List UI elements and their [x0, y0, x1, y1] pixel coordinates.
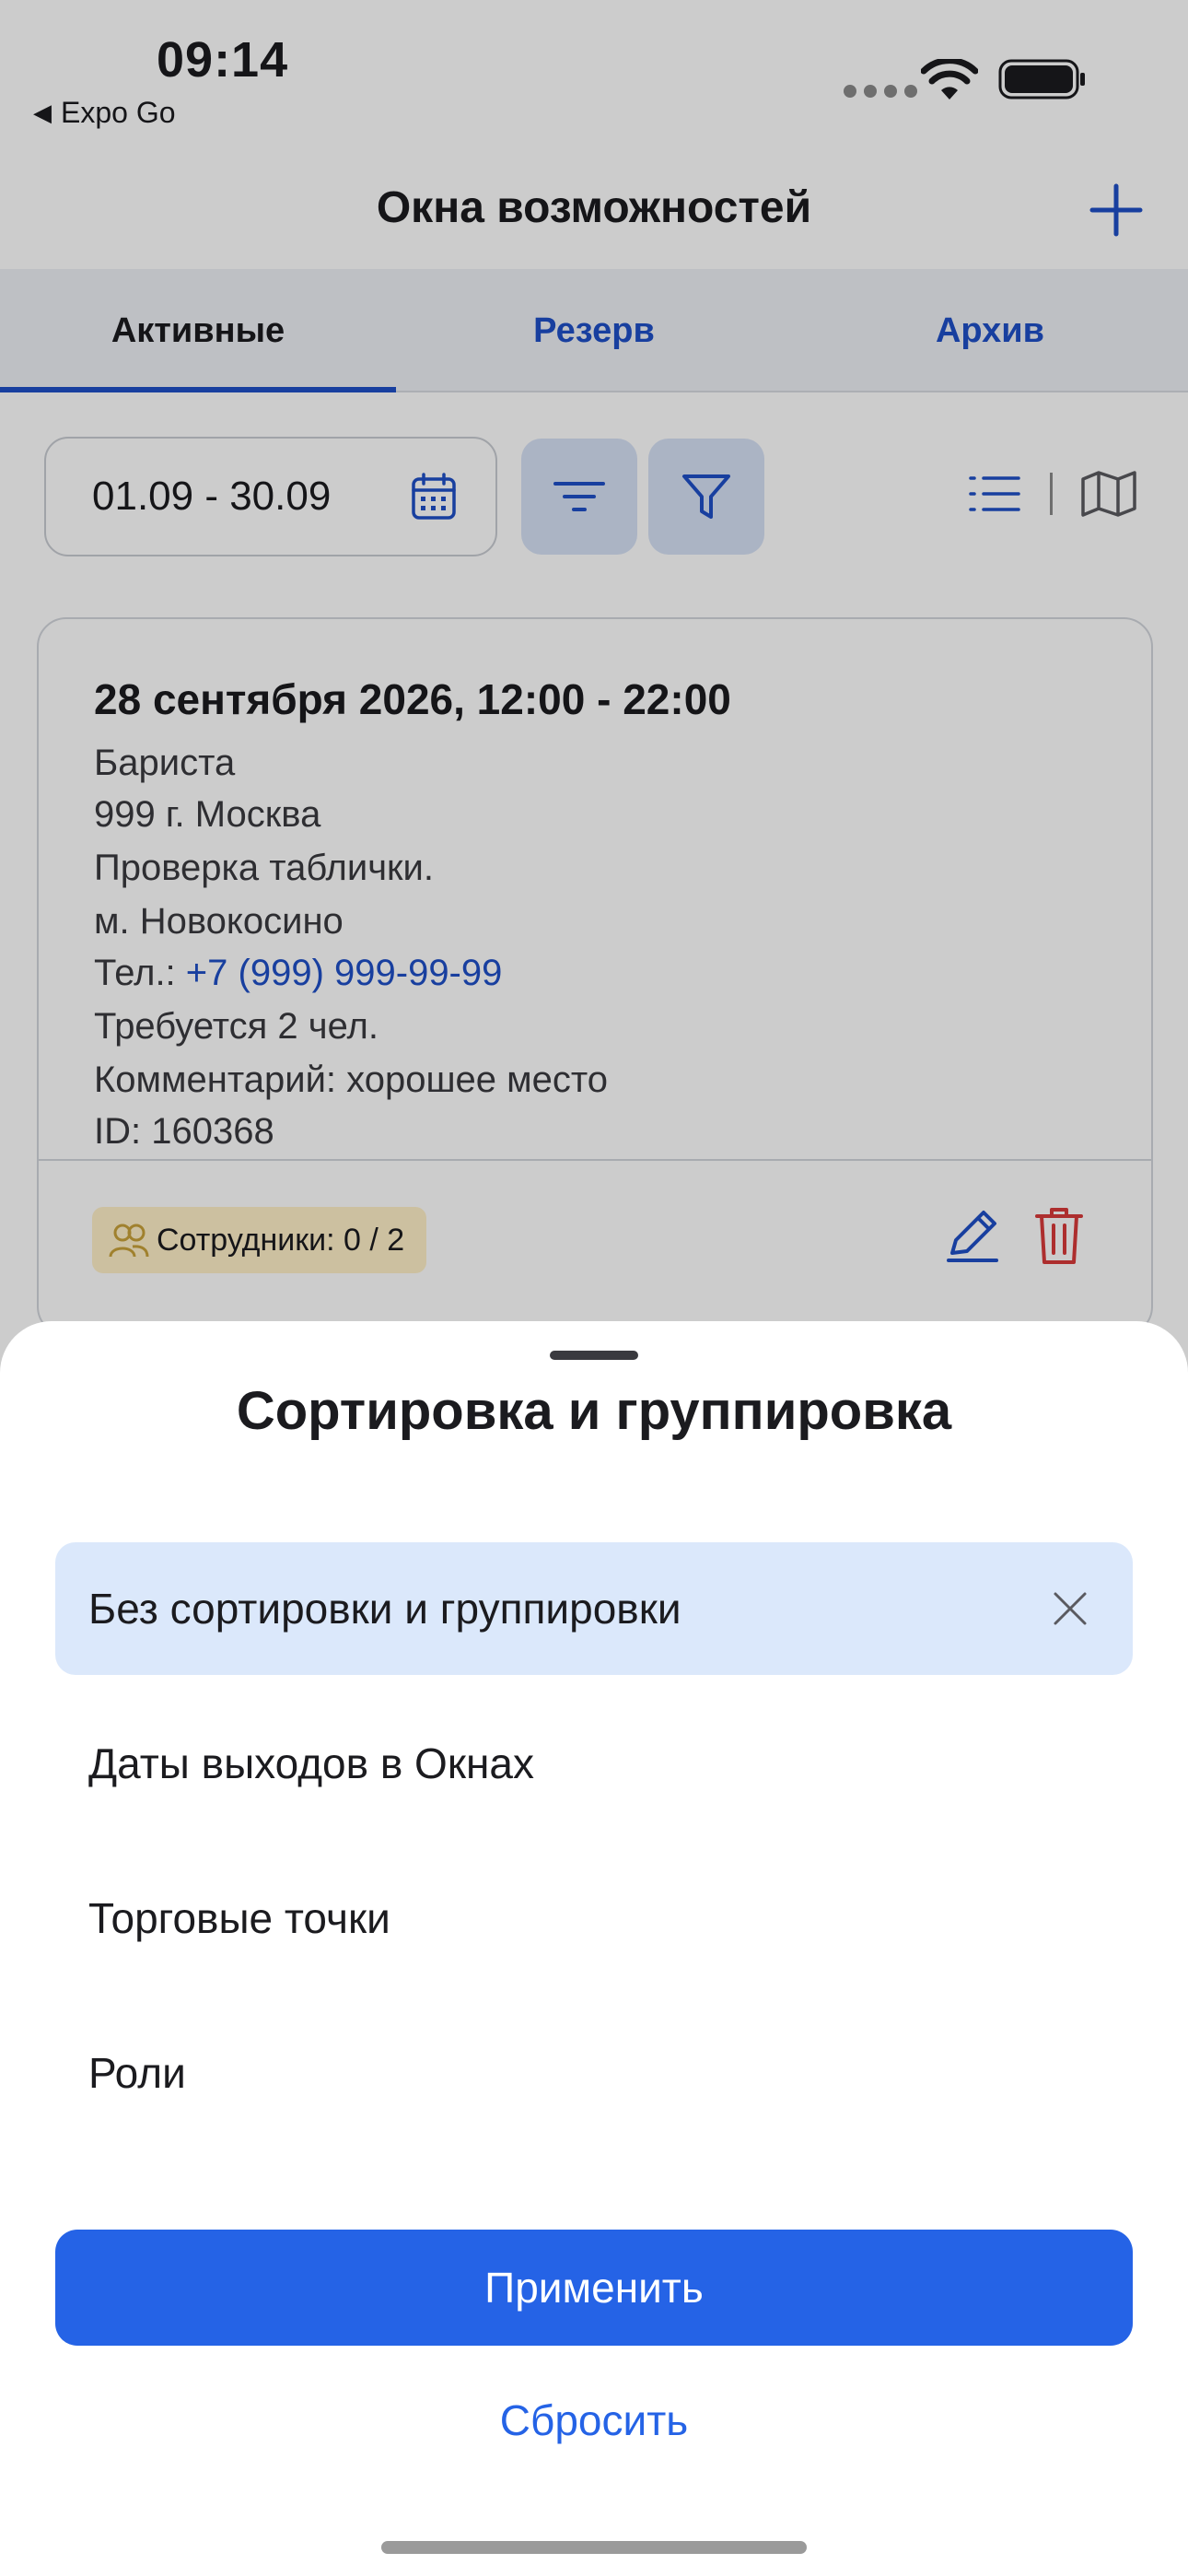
sheet-grabber[interactable]: [550, 1351, 638, 1360]
option-no-sort[interactable]: Без сортировки и группировки: [55, 1542, 1133, 1675]
sheet-title: Сортировка и группировка: [236, 1381, 952, 1441]
option-roles[interactable]: Роли: [55, 2007, 1133, 2139]
close-icon[interactable]: [1050, 1588, 1090, 1629]
option-outlets[interactable]: Торговые точки: [55, 1852, 1133, 1985]
apply-button[interactable]: Применить: [55, 2230, 1133, 2346]
home-indicator: [381, 2541, 807, 2554]
reset-button[interactable]: Сбросить: [0, 2395, 1188, 2445]
option-exit-dates[interactable]: Даты выходов в Окнах: [55, 1697, 1133, 1830]
